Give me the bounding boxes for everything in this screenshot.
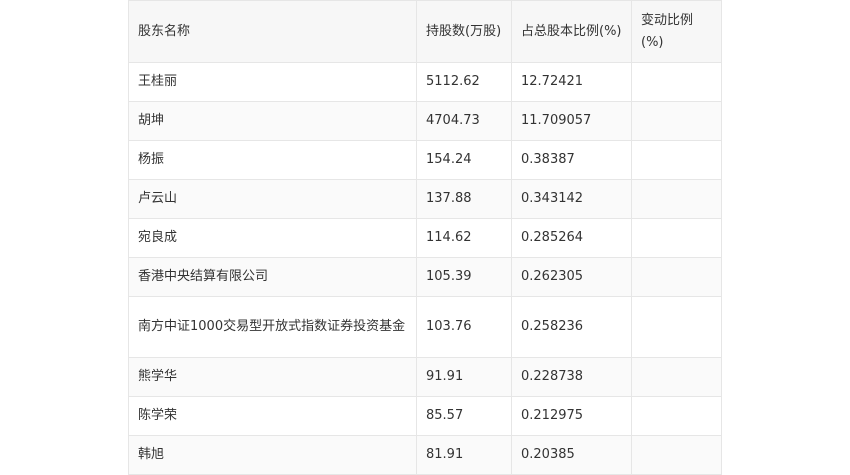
shareholder-table: 股东名称 持股数(万股) 占总股本比例(%) 变动比例(%) 王桂丽 5112.…	[128, 0, 722, 475]
cell-name: 王桂丽	[128, 62, 417, 102]
header-change-ratio: 变动比例(%)	[631, 0, 722, 63]
table-row: 熊学华 91.91 0.228738	[128, 357, 722, 397]
cell-shares: 154.24	[416, 140, 512, 180]
cell-ratio: 0.228738	[511, 357, 632, 397]
cell-change	[631, 357, 722, 397]
cell-name: 香港中央结算有限公司	[128, 257, 417, 297]
cell-name: 熊学华	[128, 357, 417, 397]
cell-shares: 105.39	[416, 257, 512, 297]
table-row: 韩旭 81.91 0.20385	[128, 435, 722, 475]
table-row: 胡坤 4704.73 11.709057	[128, 101, 722, 141]
table-row: 南方中证1000交易型开放式指数证券投资基金 103.76 0.258236	[128, 296, 722, 358]
cell-ratio: 0.285264	[511, 218, 632, 258]
cell-name: 陈学荣	[128, 396, 417, 436]
table-row: 杨振 154.24 0.38387	[128, 140, 722, 180]
table-row: 陈学荣 85.57 0.212975	[128, 396, 722, 436]
cell-shares: 91.91	[416, 357, 512, 397]
cell-ratio: 0.258236	[511, 296, 632, 358]
table-row: 宛良成 114.62 0.285264	[128, 218, 722, 258]
cell-ratio: 11.709057	[511, 101, 632, 141]
cell-shares: 5112.62	[416, 62, 512, 102]
cell-ratio: 12.72421	[511, 62, 632, 102]
cell-name: 杨振	[128, 140, 417, 180]
cell-name: 宛良成	[128, 218, 417, 258]
table-row: 香港中央结算有限公司 105.39 0.262305	[128, 257, 722, 297]
cell-ratio: 0.343142	[511, 179, 632, 219]
table-row: 王桂丽 5112.62 12.72421	[128, 62, 722, 102]
shareholder-table-container: 股东名称 持股数(万股) 占总股本比例(%) 变动比例(%) 王桂丽 5112.…	[128, 0, 722, 475]
cell-change	[631, 62, 722, 102]
cell-shares: 103.76	[416, 296, 512, 358]
cell-name: 韩旭	[128, 435, 417, 475]
table-row: 卢云山 137.88 0.343142	[128, 179, 722, 219]
cell-change	[631, 140, 722, 180]
cell-change	[631, 435, 722, 475]
cell-name: 卢云山	[128, 179, 417, 219]
header-shares: 持股数(万股)	[416, 0, 512, 63]
cell-name: 南方中证1000交易型开放式指数证券投资基金	[128, 296, 417, 358]
header-share-ratio: 占总股本比例(%)	[511, 0, 632, 63]
cell-ratio: 0.262305	[511, 257, 632, 297]
cell-shares: 85.57	[416, 396, 512, 436]
cell-ratio: 0.20385	[511, 435, 632, 475]
cell-shares: 81.91	[416, 435, 512, 475]
cell-shares: 114.62	[416, 218, 512, 258]
cell-shares: 4704.73	[416, 101, 512, 141]
cell-ratio: 0.212975	[511, 396, 632, 436]
cell-change	[631, 257, 722, 297]
cell-shares: 137.88	[416, 179, 512, 219]
cell-change	[631, 396, 722, 436]
cell-change	[631, 296, 722, 358]
header-shareholder-name: 股东名称	[128, 0, 417, 63]
cell-change	[631, 179, 722, 219]
table-header-row: 股东名称 持股数(万股) 占总股本比例(%) 变动比例(%)	[128, 0, 722, 63]
cell-change	[631, 101, 722, 141]
cell-ratio: 0.38387	[511, 140, 632, 180]
cell-name: 胡坤	[128, 101, 417, 141]
cell-change	[631, 218, 722, 258]
